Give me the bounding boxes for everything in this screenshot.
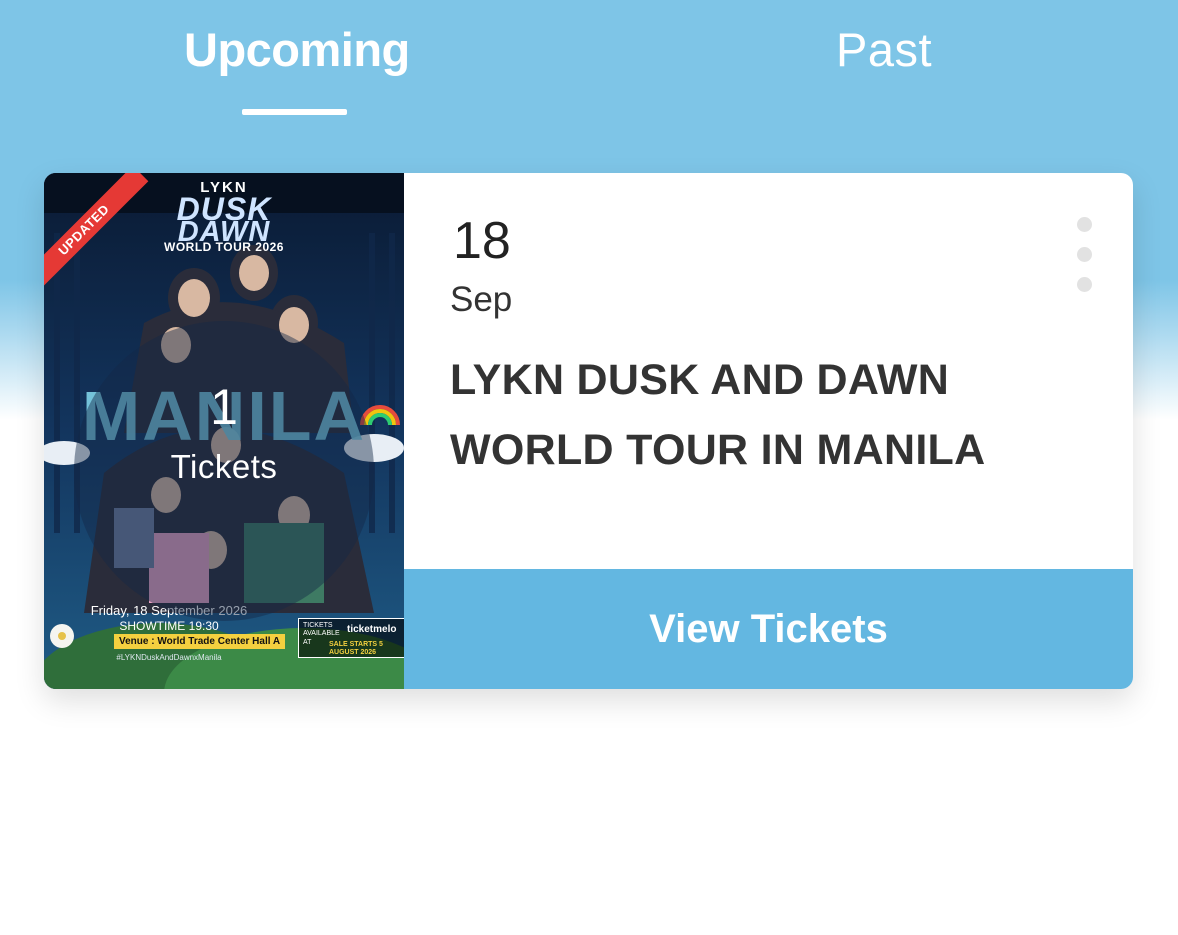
event-poster[interactable]: UPDATED LYKN DUSK DAWN WORLD TOUR 2026 M…: [44, 173, 404, 689]
more-dot: [1077, 277, 1092, 292]
poster-sale: SALE STARTS 5 AUGUST 2026: [329, 641, 383, 657]
event-month: Sep: [450, 280, 513, 319]
event-title: LYKN DUSK AND DAWN WORLD TOUR IN MANILA: [450, 356, 986, 474]
poster-vendor: ticketmelo: [347, 624, 397, 635]
tab-bar: Upcoming Past: [0, 0, 1178, 170]
more-vertical-icon[interactable]: [1068, 213, 1098, 303]
more-dot: [1077, 217, 1092, 232]
active-tab-indicator: [242, 109, 347, 115]
poster-tour: WORLD TOUR 2026: [164, 240, 284, 254]
event-info: 18 Sep LYKN DUSK AND DAWN WORLD TOUR IN …: [404, 173, 1133, 569]
view-tickets-button[interactable]: View Tickets: [404, 569, 1133, 689]
ticket-count: 1: [210, 379, 238, 435]
ticket-label: Tickets: [170, 448, 278, 485]
poster-ticket-box: TICKETS AVAILABLE AT ticketmelo SALE STA…: [298, 618, 404, 658]
event-card[interactable]: UPDATED LYKN DUSK DAWN WORLD TOUR 2026 M…: [44, 173, 1133, 689]
tab-past[interactable]: Past: [836, 22, 932, 77]
event-day: 18: [453, 212, 511, 270]
more-dot: [1077, 247, 1092, 262]
tab-upcoming[interactable]: Upcoming: [184, 22, 410, 77]
poster-venue: Venue : World Trade Center Hall A: [114, 634, 286, 649]
